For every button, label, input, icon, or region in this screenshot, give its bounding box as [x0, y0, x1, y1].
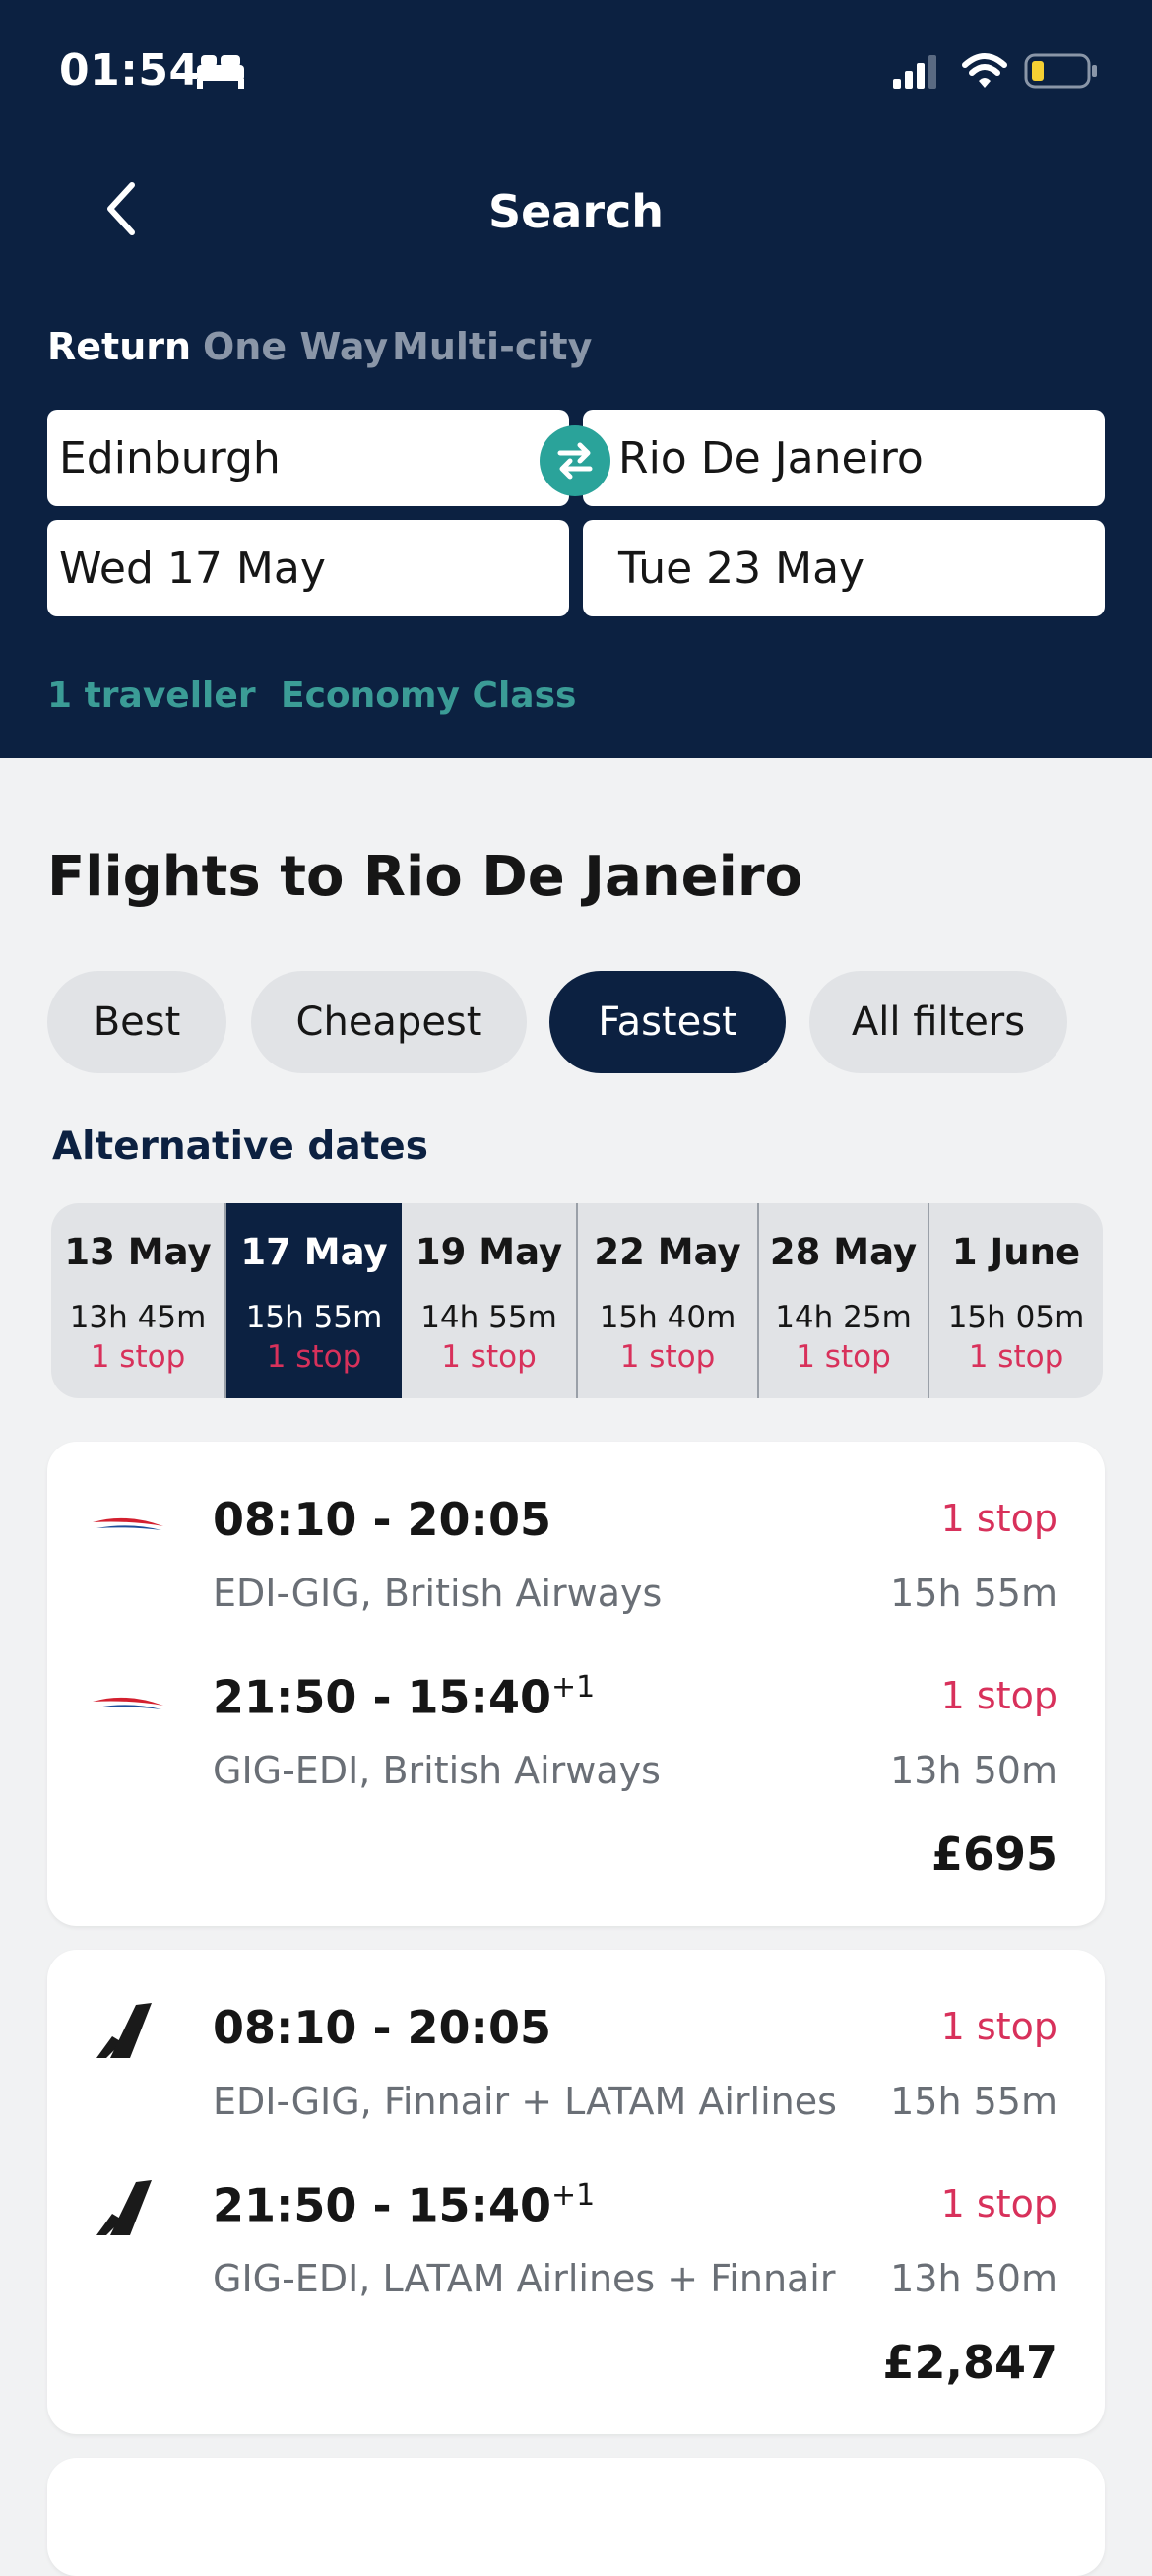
alt-date-17-may[interactable]: 17 May 15h 55m 1 stop: [226, 1203, 402, 1398]
british-airways-logo-icon: [93, 1697, 163, 1709]
multi-airline-logo-icon: [96, 2180, 152, 2235]
depart-date-field[interactable]: Wed 17 May: [47, 520, 569, 616]
leg-times: 21:50 - 15:40+1: [213, 1670, 595, 1723]
price: £2,847: [882, 2336, 1057, 2389]
leg-stops: 1 stop: [940, 1497, 1057, 1540]
leg-times-text: 21:50 - 15:40: [213, 1670, 551, 1724]
alt-date-19-may[interactable]: 19 May 14h 55m 1 stop: [402, 1203, 578, 1398]
alt-date-stops: 1 stop: [266, 1339, 362, 1375]
alt-date-22-may[interactable]: 22 May 15h 40m 1 stop: [578, 1203, 759, 1398]
alt-date-duration: 14h 25m: [775, 1300, 912, 1335]
origin-field[interactable]: Edinburgh: [47, 410, 569, 506]
sort-cheapest-chip[interactable]: Cheapest: [251, 971, 527, 1073]
leg-times: 08:10 - 20:05: [213, 2001, 551, 2054]
alt-date-stops: 1 stop: [968, 1339, 1064, 1375]
day-offset: +1: [550, 1670, 596, 1705]
alt-date-stops: 1 stop: [90, 1339, 186, 1375]
leg-duration: 15h 55m: [890, 2080, 1057, 2123]
destination-field[interactable]: Rio De Janeiro: [583, 410, 1105, 506]
swap-locations-button[interactable]: [540, 425, 610, 496]
alt-date-duration: 15h 05m: [947, 1300, 1085, 1335]
swap-arrows-icon: [557, 442, 593, 480]
multi-airline-logo-icon: [96, 2003, 152, 2058]
results-title: Flights to Rio De Janeiro: [47, 845, 802, 909]
alt-date-stops: 1 stop: [796, 1339, 891, 1375]
alt-date-label: 1 June: [951, 1231, 1081, 1273]
alt-date-duration: 15h 40m: [599, 1300, 736, 1335]
search-header: [0, 0, 1152, 758]
alt-date-duration: 15h 55m: [245, 1300, 383, 1335]
status-time: 01:54: [59, 45, 200, 96]
leg-duration: 15h 55m: [890, 1572, 1057, 1615]
leg-stops: 1 stop: [940, 1674, 1057, 1717]
leg-route: GIG-EDI, British Airways: [213, 1749, 661, 1792]
sort-fastest-chip[interactable]: Fastest: [549, 971, 786, 1073]
alt-date-label: 17 May: [240, 1231, 388, 1273]
sleep-mode-icon: [197, 55, 244, 89]
alt-date-13-may[interactable]: 13 May 13h 45m 1 stop: [51, 1203, 226, 1398]
flight-result-card[interactable]: 08:10 - 20:05 EDI-GIG, British Airways 1…: [47, 1442, 1105, 1926]
page-title: Search: [487, 185, 665, 238]
all-filters-chip[interactable]: All filters: [809, 971, 1067, 1073]
leg-stops: 1 stop: [940, 2005, 1057, 2048]
alt-date-28-may[interactable]: 28 May 14h 25m 1 stop: [759, 1203, 929, 1398]
leg-times-text: 21:50 - 15:40: [213, 2178, 551, 2232]
cellular-signal-icon: [893, 55, 936, 89]
tab-one-way[interactable]: One Way: [203, 325, 388, 368]
british-airways-logo-icon: [93, 1517, 163, 1530]
tab-multi-city[interactable]: Multi-city: [392, 325, 592, 368]
wifi-icon: [962, 53, 1007, 88]
day-offset: +1: [550, 2178, 596, 2213]
alt-date-label: 19 May: [415, 1231, 563, 1273]
leg-times: 08:10 - 20:05: [213, 1493, 551, 1546]
alternative-dates-title: Alternative dates: [52, 1125, 428, 1169]
leg-times: 21:50 - 15:40+1: [213, 2178, 595, 2231]
return-date-field[interactable]: Tue 23 May: [583, 520, 1105, 616]
cabin-class-selector[interactable]: Economy Class: [281, 676, 576, 716]
leg-duration: 13h 50m: [890, 1749, 1057, 1792]
flight-result-card[interactable]: [47, 2458, 1105, 2576]
leg-route: EDI-GIG, Finnair + LATAM Airlines: [213, 2080, 837, 2123]
alternative-dates-strip: 13 May 13h 45m 1 stop 17 May 15h 55m 1 s…: [51, 1203, 1103, 1398]
leg-times-text: 08:10 - 20:05: [213, 2001, 551, 2054]
flight-result-card[interactable]: 08:10 - 20:05 EDI-GIG, Finnair + LATAM A…: [47, 1950, 1105, 2434]
leg-duration: 13h 50m: [890, 2257, 1057, 2300]
leg-times-text: 08:10 - 20:05: [213, 1493, 551, 1546]
alt-date-duration: 14h 55m: [420, 1300, 557, 1335]
alt-date-label: 13 May: [64, 1231, 212, 1273]
leg-route: EDI-GIG, British Airways: [213, 1572, 663, 1615]
alt-date-1-june[interactable]: 1 June 15h 05m 1 stop: [929, 1203, 1103, 1398]
alt-date-stops: 1 stop: [441, 1339, 537, 1375]
battery-icon: [1024, 53, 1097, 89]
alt-date-duration: 13h 45m: [69, 1300, 207, 1335]
alt-date-stops: 1 stop: [619, 1339, 716, 1375]
travellers-selector[interactable]: 1 traveller: [47, 676, 256, 716]
leg-route: GIG-EDI, LATAM Airlines + Finnair: [213, 2257, 836, 2300]
price: £695: [930, 1828, 1057, 1881]
alt-date-label: 22 May: [594, 1231, 741, 1273]
alt-date-label: 28 May: [769, 1231, 918, 1273]
sort-best-chip[interactable]: Best: [47, 971, 226, 1073]
tab-return[interactable]: Return: [47, 325, 191, 368]
leg-stops: 1 stop: [940, 2182, 1057, 2225]
